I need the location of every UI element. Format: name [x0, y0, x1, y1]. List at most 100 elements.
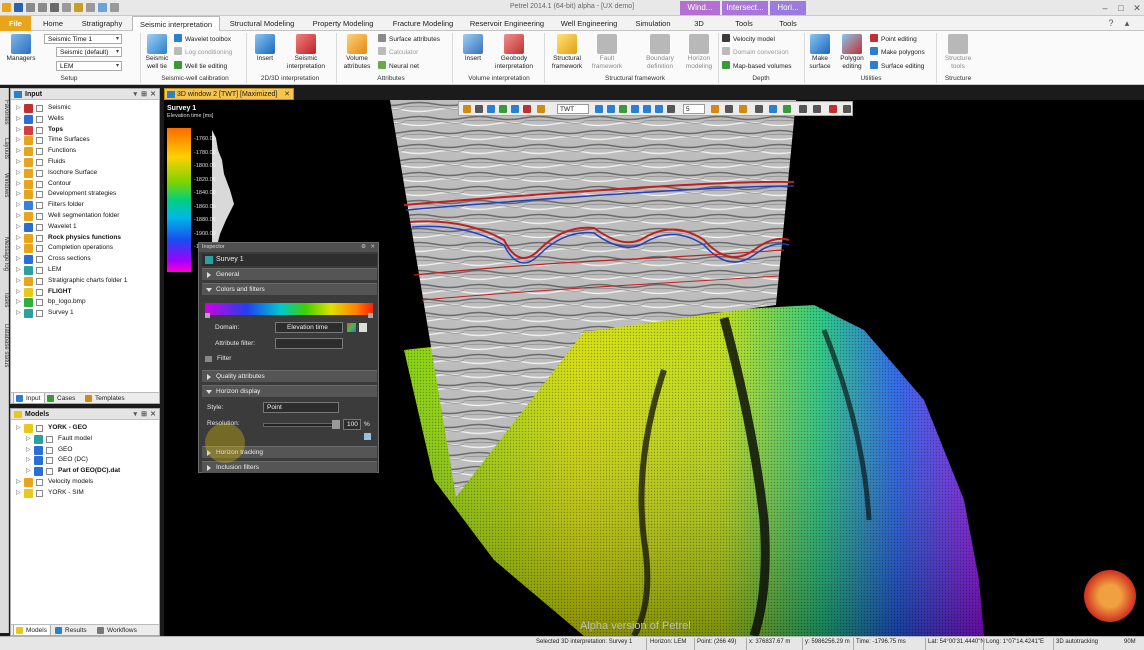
models_panel-item[interactable]: ▷ Part of GEO(DC).dat: [11, 466, 159, 477]
calculator-button[interactable]: Calculator: [378, 47, 418, 57]
minimize-icon[interactable]: –: [1098, 2, 1112, 14]
tab-tools-2[interactable]: Tools: [768, 16, 808, 31]
screenshot-icon[interactable]: [813, 105, 821, 113]
tab-cases[interactable]: Cases: [45, 393, 83, 404]
tab-fracture-modeling[interactable]: Fracture Modeling: [386, 16, 460, 31]
help-view-icon[interactable]: [843, 105, 851, 113]
expand-icon[interactable]: ▷: [16, 211, 21, 222]
tab-results[interactable]: Results: [53, 625, 93, 636]
domain-conversion-button[interactable]: Domain conversion: [722, 47, 789, 57]
input_panel-item[interactable]: ▷ Functions: [11, 146, 159, 157]
view-top-icon[interactable]: [607, 105, 615, 113]
template-icon[interactable]: [359, 323, 367, 332]
tab-tools[interactable]: Tools: [724, 16, 764, 31]
color-min-handle[interactable]: [205, 313, 210, 318]
filter-toggle[interactable]: Filter: [205, 355, 231, 362]
expand-icon[interactable]: ▷: [16, 276, 21, 287]
well-tie-editing-button[interactable]: Well tie editing: [174, 61, 227, 71]
input_panel-item[interactable]: ▷ FLIGHT: [11, 287, 159, 298]
apply-icon[interactable]: [364, 433, 371, 440]
visibility-checkbox[interactable]: [36, 299, 43, 307]
tab-structural-modeling[interactable]: Structural Modeling: [224, 16, 300, 31]
expand-icon[interactable]: ▷: [26, 455, 31, 466]
fog-icon[interactable]: [739, 105, 747, 113]
section-quality-attributes[interactable]: Quality attributes: [202, 370, 377, 382]
seismic-selector[interactable]: Seismic Time 1: [44, 34, 122, 44]
expand-icon[interactable]: ▷: [16, 265, 21, 276]
color-table-icon[interactable]: [347, 323, 356, 332]
ribbon-collapse-icon[interactable]: ▴: [1120, 17, 1134, 29]
tab-well-engineering[interactable]: Well Engineering: [554, 16, 624, 31]
expand-icon[interactable]: ▷: [16, 200, 21, 211]
tab-reservoir-engineering[interactable]: Reservoir Engineering: [464, 16, 550, 31]
context-tab-intersection[interactable]: Intersect...: [722, 1, 768, 15]
visibility-checkbox[interactable]: [46, 435, 53, 443]
expand-icon[interactable]: ▷: [16, 135, 21, 146]
visibility-checkbox[interactable]: [36, 126, 43, 134]
visibility-checkbox[interactable]: [36, 202, 43, 210]
input_panel-item[interactable]: ▷ Well segmentation folder: [11, 211, 159, 222]
grid-icon[interactable]: [655, 105, 663, 113]
seismic-well-tie-button[interactable]: Seismic well tie: [143, 34, 171, 71]
color-table-bar[interactable]: [205, 303, 373, 315]
input_panel-item[interactable]: ▷ Wavelet 1: [11, 222, 159, 233]
inspector-settings-icon[interactable]: ⚙: [361, 243, 366, 252]
visibility-checkbox[interactable]: [46, 468, 53, 476]
visibility-checkbox[interactable]: [36, 223, 43, 231]
compass-icon[interactable]: [769, 105, 777, 113]
tab-input[interactable]: Input: [13, 393, 45, 404]
side-tab-database-status[interactable]: Database status: [0, 320, 9, 372]
panel-close-icon[interactable]: ✕: [150, 89, 156, 100]
axis-icon[interactable]: [643, 105, 651, 113]
geobody-interpretation-button[interactable]: Geobody interpretation: [492, 34, 536, 71]
visibility-checkbox[interactable]: [36, 212, 43, 220]
pin-dropdown-icon[interactable]: ▾: [133, 89, 137, 100]
pan-icon[interactable]: [463, 105, 471, 113]
input_panel-item[interactable]: ▷ bp_logo.bmp: [11, 297, 159, 308]
visibility-checkbox[interactable]: [36, 158, 43, 166]
expand-icon[interactable]: ▷: [16, 423, 21, 434]
models_panel-item[interactable]: ▷ YORK - SIM: [11, 488, 159, 499]
anaglyph-icon[interactable]: [755, 105, 763, 113]
view-north-icon[interactable]: [619, 105, 627, 113]
models_panel-item[interactable]: ▷ GEO (DC): [11, 455, 159, 466]
visibility-checkbox[interactable]: [36, 310, 43, 318]
camera-icon[interactable]: [523, 105, 531, 113]
expand-icon[interactable]: ▷: [16, 222, 21, 233]
style-select[interactable]: Point: [263, 402, 339, 413]
expand-icon[interactable]: ▷: [16, 157, 21, 168]
domain-select[interactable]: Elevation time: [275, 322, 343, 333]
expand-icon[interactable]: ▷: [16, 477, 21, 488]
models-dropdown-icon[interactable]: ▾: [133, 409, 137, 420]
expand-icon[interactable]: ▷: [16, 114, 21, 125]
visibility-checkbox[interactable]: [36, 478, 43, 486]
record-icon[interactable]: [829, 105, 837, 113]
expand-icon[interactable]: ▷: [16, 308, 21, 319]
models_panel-item[interactable]: ▷ GEO: [11, 445, 159, 456]
window-tab-close-icon[interactable]: ✕: [284, 89, 290, 100]
expand-icon[interactable]: ▷: [16, 297, 21, 308]
context-tab-horizon[interactable]: Hori...: [770, 1, 806, 15]
input_panel-item[interactable]: ▷ Development strategies: [11, 189, 159, 200]
section-general[interactable]: General: [202, 268, 377, 280]
expand-icon[interactable]: ▷: [16, 287, 21, 298]
pin-icon[interactable]: ⊞: [141, 89, 147, 100]
inspector-close-icon[interactable]: ✕: [370, 243, 375, 252]
visibility-checkbox[interactable]: [36, 105, 43, 112]
expand-icon[interactable]: ▷: [26, 445, 31, 456]
expand-icon[interactable]: ▷: [16, 243, 21, 254]
visibility-checkbox[interactable]: [36, 288, 43, 296]
maximize-icon[interactable]: □: [1114, 2, 1128, 14]
visibility-checkbox[interactable]: [46, 446, 53, 454]
make-polygons-button[interactable]: Make polygons: [870, 47, 925, 57]
input_panel-item[interactable]: ▷ Completion operations: [11, 243, 159, 254]
models_panel-item[interactable]: ▷ YORK - GEO: [11, 423, 159, 434]
expand-icon[interactable]: ▷: [26, 466, 31, 477]
light-icon[interactable]: [711, 105, 719, 113]
input_panel-item[interactable]: ▷ Wells: [11, 114, 159, 125]
visibility-checkbox[interactable]: [36, 180, 43, 188]
tab-stratigraphy[interactable]: Stratigraphy: [74, 16, 130, 31]
boundary-definition-button[interactable]: Boundary definition: [640, 34, 680, 71]
volume-attributes-button[interactable]: Volume attributes: [340, 34, 374, 71]
visibility-checkbox[interactable]: [36, 489, 43, 497]
